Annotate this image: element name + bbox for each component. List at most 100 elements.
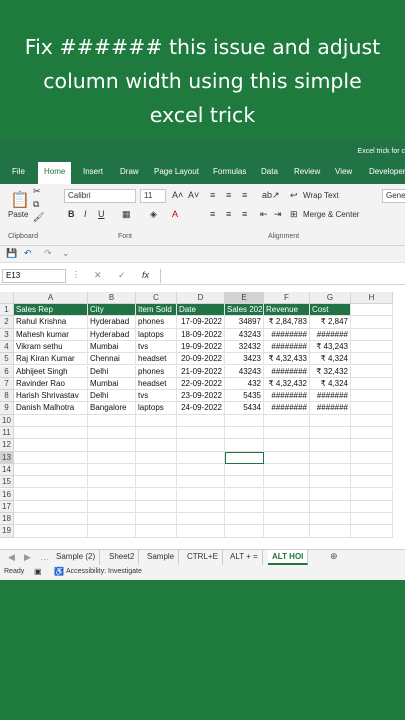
wrap-text-button[interactable]: Wrap Text bbox=[303, 191, 339, 200]
row-header[interactable]: 1 bbox=[0, 304, 14, 317]
empty-cell[interactable] bbox=[177, 414, 225, 427]
paste-button[interactable]: Paste bbox=[8, 210, 28, 219]
empty-cell[interactable] bbox=[225, 476, 264, 489]
empty-cell[interactable] bbox=[136, 414, 177, 427]
table-cell[interactable]: Vikram sethu bbox=[14, 340, 88, 354]
empty-cell[interactable] bbox=[225, 463, 264, 477]
empty-cell[interactable] bbox=[225, 488, 264, 501]
number-format-select[interactable]: Gener bbox=[382, 189, 405, 203]
empty-cell[interactable] bbox=[225, 414, 264, 427]
empty-cell[interactable] bbox=[351, 402, 393, 415]
tab-data[interactable]: Data bbox=[261, 162, 278, 184]
table-cell[interactable]: ######## bbox=[264, 402, 310, 415]
row-header[interactable]: 10 bbox=[0, 414, 14, 427]
empty-cell[interactable] bbox=[136, 463, 177, 477]
table-cell[interactable]: 19-09-2022 bbox=[177, 340, 225, 354]
undo-icon[interactable]: ↶ bbox=[24, 248, 32, 259]
empty-cell[interactable] bbox=[310, 439, 351, 452]
align-left-icon[interactable]: ≡ bbox=[210, 209, 215, 219]
more-icon[interactable]: ⋮ bbox=[72, 270, 80, 279]
table-header-cell[interactable]: Sales Rep bbox=[14, 304, 88, 317]
empty-cell[interactable] bbox=[88, 463, 136, 477]
row-header[interactable]: 9 bbox=[0, 402, 14, 415]
italic-icon[interactable]: I bbox=[84, 209, 87, 219]
empty-cell[interactable] bbox=[264, 463, 310, 477]
name-box[interactable]: E13 bbox=[2, 269, 66, 283]
table-cell[interactable]: laptops bbox=[136, 402, 177, 415]
sheet-tab-sheet2[interactable]: Sheet2 bbox=[105, 550, 140, 565]
empty-cell[interactable] bbox=[351, 488, 393, 501]
table-cell[interactable]: 21-09-2022 bbox=[177, 365, 225, 378]
font-color-icon[interactable]: A bbox=[172, 209, 178, 219]
empty-cell[interactable] bbox=[177, 500, 225, 514]
add-sheet-icon[interactable]: ⊕ bbox=[330, 551, 338, 562]
empty-cell[interactable] bbox=[136, 513, 177, 526]
table-cell[interactable]: Bangalore bbox=[88, 402, 136, 415]
align-right-icon[interactable]: ≡ bbox=[242, 209, 247, 219]
row-header[interactable]: 13 bbox=[0, 451, 14, 464]
table-cell[interactable]: ######## bbox=[264, 390, 310, 403]
table-cell[interactable]: Abhijeet Singh bbox=[14, 365, 88, 378]
column-header-a[interactable]: A bbox=[14, 292, 88, 304]
empty-cell[interactable] bbox=[14, 414, 88, 427]
empty-cell[interactable] bbox=[14, 439, 88, 452]
align-middle-icon[interactable]: ≡ bbox=[226, 190, 231, 200]
table-cell[interactable]: ####### bbox=[310, 328, 351, 341]
table-cell[interactable]: 24-09-2022 bbox=[177, 402, 225, 415]
empty-cell[interactable] bbox=[225, 500, 264, 514]
borders-icon[interactable]: ▦ bbox=[122, 209, 131, 220]
table-cell[interactable]: ₹ 2,847 bbox=[310, 316, 351, 329]
accessibility-status[interactable]: Accessibility: Investigate bbox=[66, 568, 142, 575]
table-header-cell[interactable]: Item Sold bbox=[136, 304, 177, 317]
row-header[interactable]: 15 bbox=[0, 476, 14, 489]
empty-cell[interactable] bbox=[14, 476, 88, 489]
table-header-cell[interactable]: Revenue bbox=[264, 304, 310, 317]
empty-cell[interactable] bbox=[310, 500, 351, 514]
empty-cell[interactable] bbox=[14, 427, 88, 440]
empty-cell[interactable] bbox=[88, 500, 136, 514]
table-cell[interactable]: Mumbai bbox=[88, 377, 136, 391]
empty-cell[interactable] bbox=[264, 414, 310, 427]
empty-cell[interactable] bbox=[351, 414, 393, 427]
table-cell[interactable]: 43243 bbox=[225, 328, 264, 341]
table-cell[interactable]: tvs bbox=[136, 390, 177, 403]
sheets-more-icon[interactable]: … bbox=[40, 552, 49, 562]
column-header-g[interactable]: G bbox=[310, 292, 351, 304]
tab-page-layout[interactable]: Page Layout bbox=[154, 162, 199, 184]
empty-cell[interactable] bbox=[351, 353, 393, 366]
table-cell[interactable]: Delhi bbox=[88, 365, 136, 378]
empty-cell[interactable] bbox=[88, 439, 136, 452]
table-cell[interactable]: 3423 bbox=[225, 353, 264, 366]
column-header-e[interactable]: E bbox=[225, 292, 264, 304]
merge-center-icon[interactable]: ⊞ bbox=[290, 209, 298, 220]
empty-cell[interactable] bbox=[310, 488, 351, 501]
empty-cell[interactable] bbox=[14, 500, 88, 514]
merge-center-button[interactable]: Merge & Center bbox=[303, 210, 359, 219]
sheet-tab-sample-2[interactable]: Sample (2) bbox=[52, 550, 101, 565]
empty-cell[interactable] bbox=[177, 427, 225, 440]
tab-file[interactable]: File bbox=[12, 162, 25, 184]
empty-cell[interactable] bbox=[351, 304, 393, 317]
empty-cell[interactable] bbox=[351, 316, 393, 329]
empty-cell[interactable] bbox=[351, 365, 393, 378]
accessibility-icon[interactable]: ♿ bbox=[54, 567, 64, 576]
table-cell[interactable]: 20-09-2022 bbox=[177, 353, 225, 366]
empty-cell[interactable] bbox=[14, 451, 88, 464]
row-header[interactable]: 16 bbox=[0, 488, 14, 501]
table-cell[interactable]: ₹ 32,432 bbox=[310, 365, 351, 378]
table-cell[interactable]: 5435 bbox=[225, 390, 264, 403]
row-header[interactable]: 12 bbox=[0, 439, 14, 452]
empty-cell[interactable] bbox=[14, 525, 88, 538]
row-header[interactable]: 4 bbox=[0, 340, 14, 354]
sheet-tab-alt-equals[interactable]: ALT + = bbox=[226, 550, 263, 565]
next-sheet-icon[interactable]: ▶ bbox=[24, 552, 31, 563]
row-header[interactable]: 18 bbox=[0, 513, 14, 526]
empty-cell[interactable] bbox=[177, 513, 225, 526]
empty-cell[interactable] bbox=[264, 513, 310, 526]
sheet-tab-ctrl-e[interactable]: CTRL+E bbox=[183, 550, 223, 565]
table-cell[interactable]: Raj Kiran Kumar bbox=[14, 353, 88, 366]
column-header-d[interactable]: D bbox=[177, 292, 225, 304]
table-cell[interactable]: Chennai bbox=[88, 353, 136, 366]
macro-icon[interactable]: ▣ bbox=[34, 567, 42, 576]
column-header-b[interactable]: B bbox=[88, 292, 136, 304]
